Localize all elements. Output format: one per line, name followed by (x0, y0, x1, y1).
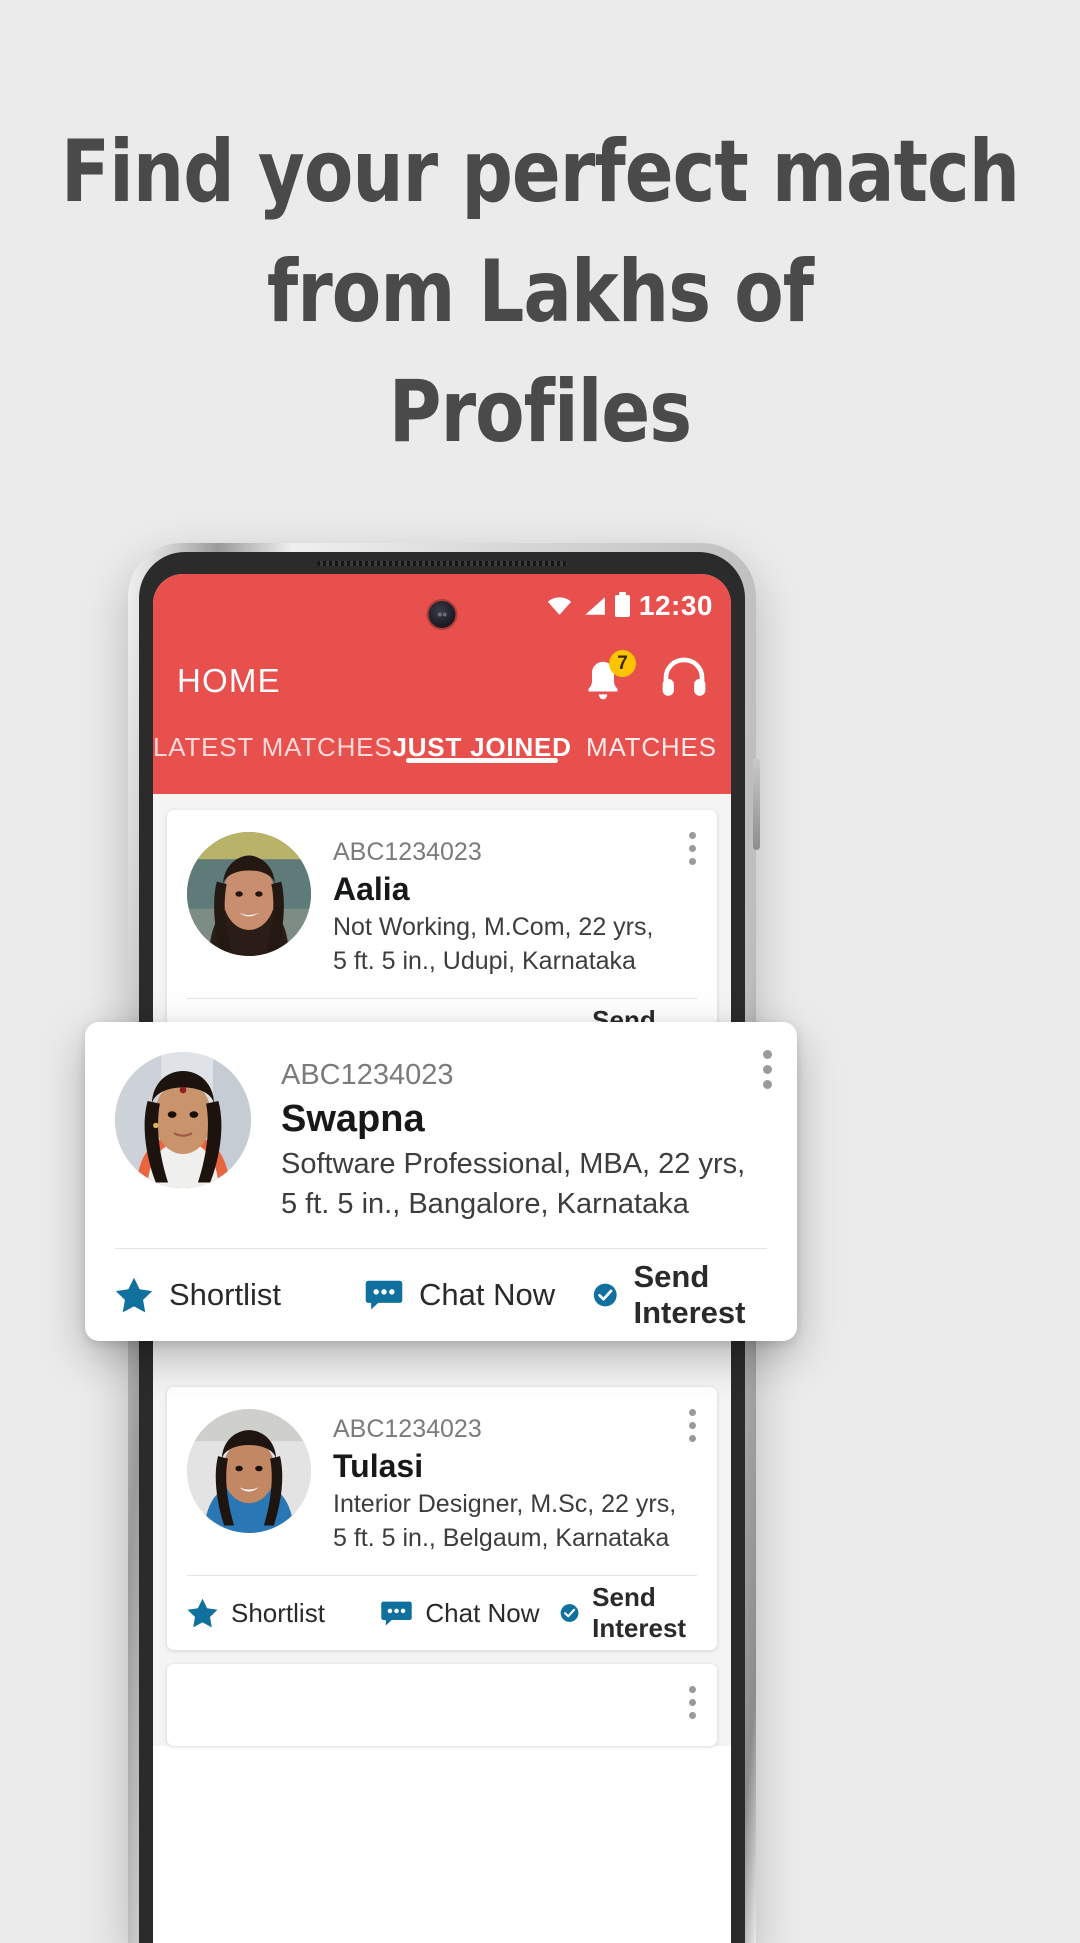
profile-name: Tulasi (333, 1448, 424, 1484)
chat-now-button[interactable]: Chat Now (365, 1277, 593, 1313)
send-interest-label: Send Interest (592, 1582, 687, 1643)
profile-card-top: ABC1234023 Swapna Software Professional,… (115, 1052, 767, 1224)
card-menu-icon[interactable] (689, 1409, 697, 1448)
status-bar-clock: 12:30 (638, 590, 713, 621)
shortlist-button[interactable]: Shortlist (187, 1598, 381, 1629)
phone-side-button (753, 758, 760, 850)
shortlist-button[interactable]: Shortlist (115, 1277, 365, 1313)
profile-card[interactable]: ABC1234023 Tulasi Interior Designer, M.S… (167, 1387, 717, 1650)
battery-icon (614, 592, 630, 617)
headline-line-3: Profiles (388, 362, 692, 462)
profile-detail-line-1: Software Professional, MBA, 22 yrs, (281, 1148, 746, 1180)
star-icon (187, 1598, 218, 1628)
send-interest-button[interactable]: Send Interest (593, 1259, 767, 1331)
chat-now-button[interactable]: Chat Now (381, 1598, 560, 1629)
shortlist-label: Shortlist (231, 1597, 325, 1628)
check-circle-icon (560, 1604, 579, 1622)
profile-detail-line-1: Not Working, M.Com, 22 yrs, (333, 913, 654, 941)
profile-info: ABC1234023 Tulasi Interior Designer, M.S… (333, 1409, 697, 1555)
page-title: HOME (177, 662, 281, 699)
signal-icon (585, 597, 605, 615)
notifications-button[interactable]: 7 (583, 650, 636, 703)
highlighted-profile-card[interactable]: ABC1234023 Swapna Software Professional,… (85, 1022, 797, 1341)
page-headline: Find your perfect match from Lakhs of Pr… (38, 112, 1042, 472)
check-circle-icon (593, 1283, 617, 1307)
app-header: 12:30 HOME 7 LATEST MATCHES JUST JOINED … (153, 574, 731, 794)
profile-card-top: ABC1234023 Aalia Not Working, M.Com, 22 … (187, 832, 697, 978)
notification-badge: 7 (609, 650, 636, 677)
profile-actions: Shortlist Chat Now (187, 1575, 697, 1650)
profile-id: ABC1234023 (281, 1059, 454, 1091)
tab-latest-matches[interactable]: LATEST MATCHES (153, 720, 392, 763)
profile-detail-line-1: Interior Designer, M.Sc, 22 yrs, (333, 1490, 677, 1518)
profile-detail-line-2: 5 ft. 5 in., Bangalore, Karnataka (281, 1188, 689, 1220)
profile-info: ABC1234023 Aalia Not Working, M.Com, 22 … (333, 832, 697, 978)
chat-now-label: Chat Now (419, 1277, 556, 1312)
card-menu-icon[interactable] (763, 1050, 772, 1095)
phone-earpiece (317, 561, 567, 566)
profile-detail-line-2: 5 ft. 5 in., Udupi, Karnataka (333, 947, 636, 975)
status-bar: 12:30 (546, 590, 713, 622)
chat-now-label: Chat Now (425, 1597, 540, 1628)
send-interest-label: Send Interest (633, 1259, 746, 1330)
tab-matches[interactable]: MATCHES (572, 720, 731, 763)
wifi-icon (547, 597, 572, 615)
profile-name: Aalia (333, 871, 410, 907)
tab-bar: LATEST MATCHES JUST JOINED MATCHES (153, 720, 731, 794)
tab-just-joined[interactable]: JUST JOINED (392, 720, 571, 763)
headline-line-2: from Lakhs of (266, 242, 814, 342)
support-button[interactable] (661, 657, 707, 705)
card-menu-icon[interactable] (689, 832, 697, 871)
headset-icon (662, 657, 706, 696)
avatar (187, 832, 311, 956)
headline-line-1: Find your perfect match (60, 122, 1020, 222)
front-camera (428, 601, 456, 628)
avatar (115, 1052, 251, 1188)
profile-id: ABC1234023 (333, 1415, 482, 1443)
shortlist-label: Shortlist (169, 1277, 281, 1312)
profile-name: Swapna (281, 1098, 425, 1140)
card-menu-icon[interactable] (689, 1686, 697, 1725)
profile-card[interactable] (167, 1664, 717, 1746)
avatar (187, 1409, 311, 1533)
chat-icon (365, 1280, 403, 1310)
header-actions: 7 (583, 650, 707, 705)
profile-actions: Shortlist Chat Now Send Interest (115, 1248, 767, 1341)
star-icon (115, 1277, 153, 1313)
chat-icon (381, 1601, 413, 1626)
profile-info: ABC1234023 Swapna Software Professional,… (281, 1052, 767, 1224)
app-header-row: HOME 7 (153, 642, 731, 720)
profile-card-top: ABC1234023 Tulasi Interior Designer, M.S… (187, 1409, 697, 1555)
profile-id: ABC1234023 (333, 838, 482, 866)
send-interest-button[interactable]: Send Interest (560, 1582, 697, 1644)
profile-detail-line-2: 5 ft. 5 in., Belgaum, Karnataka (333, 1524, 670, 1552)
